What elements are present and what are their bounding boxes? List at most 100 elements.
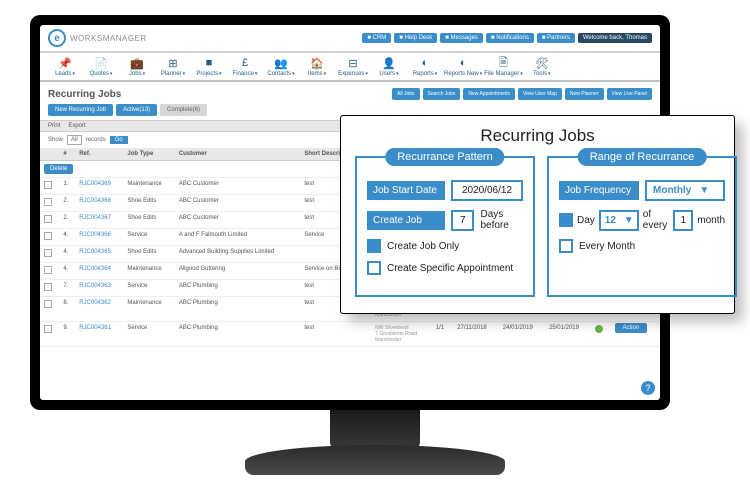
toolbar-item[interactable]: ■Projects▾	[192, 56, 226, 77]
row-checkbox[interactable]	[44, 198, 52, 206]
recurrence-pattern-panel: Recurrance Pattern Job Start Date 2020/0…	[355, 156, 535, 297]
toolbar-item[interactable]: ⊟Expenses▾	[336, 56, 370, 77]
column-header[interactable]: Customer	[175, 148, 301, 161]
job-start-date-field[interactable]: 2020/06/12	[451, 180, 523, 201]
month-suffix-label: month	[697, 215, 725, 226]
row-checkbox[interactable]	[44, 283, 52, 291]
records-label: records	[86, 137, 106, 143]
header-button[interactable]: ■ Help Desk	[394, 33, 437, 43]
page-action-buttons: All JobsSearch JobsNew AppointmentsView …	[392, 88, 652, 100]
toolbar-item[interactable]: 🛠Tools▾	[525, 56, 559, 77]
header-button[interactable]: ■ Notifications	[486, 33, 534, 43]
ref-link[interactable]: RJC004366	[79, 232, 111, 238]
ref-link[interactable]: RJC004362	[79, 300, 111, 306]
row-checkbox[interactable]	[44, 249, 52, 257]
toolbar-item[interactable]: 🏠Items▾	[300, 56, 334, 77]
column-header[interactable]: Ref.	[75, 148, 123, 161]
toolbar-icon: 🏠	[310, 56, 324, 70]
toolbar-item[interactable]: ◐Reports▾	[408, 56, 442, 77]
ref-link[interactable]: RJC004365	[79, 249, 111, 255]
go-button[interactable]: Go	[110, 136, 128, 144]
row-checkbox[interactable]	[44, 181, 52, 189]
panel-title-pattern: Recurrance Pattern	[385, 148, 504, 166]
create-job-only-label: Create Job Only	[387, 241, 459, 252]
help-bubble[interactable]: ?	[641, 381, 655, 395]
toolbar-icon: ◐	[418, 56, 432, 70]
toolbar-icon: £	[238, 56, 252, 70]
days-before-label: Days before	[480, 209, 523, 231]
header-button[interactable]: ■ CRM	[362, 33, 391, 43]
filter-button[interactable]: Complete(6)	[160, 104, 207, 116]
column-header[interactable]: #	[59, 148, 75, 161]
row-action-button[interactable]: Action	[615, 323, 648, 333]
toolbar-icon: 💼	[130, 56, 144, 70]
ref-link[interactable]: RJC004368	[79, 198, 111, 204]
row-checkbox[interactable]	[44, 325, 52, 333]
toolbar-item[interactable]: 🗎File Manager▾	[484, 56, 523, 77]
header-button[interactable]: ■ Messages	[440, 33, 483, 43]
page-action-button[interactable]: Search Jobs	[423, 88, 461, 100]
logo-text: WORKSMANAGER	[70, 34, 147, 43]
page-action-button[interactable]: New Planner	[565, 88, 604, 100]
toolbar-item[interactable]: 👥Contacts▾	[264, 56, 298, 77]
page-subheader: Recurring Jobs All JobsSearch JobsNew Ap…	[40, 82, 660, 104]
create-job-days-field[interactable]: 7	[451, 210, 474, 231]
page-action-button[interactable]: View Live Panel	[607, 88, 653, 100]
main-toolbar: 📌Leads▾📄Quotes▾💼Jobs▾⊞Planner▾■Projects▾…	[40, 53, 660, 82]
ref-link[interactable]: RJC004364	[79, 266, 111, 272]
row-checkbox[interactable]	[44, 300, 52, 308]
toolbar-item[interactable]: 💼Jobs▾	[120, 56, 154, 77]
toolbar-item[interactable]: ⊞Planner▾	[156, 56, 190, 77]
every-month-label: Every Month	[579, 241, 635, 252]
toolbar-item[interactable]: ◐Reports New▾	[444, 56, 482, 77]
job-frequency-label: Job Frequency	[559, 181, 639, 200]
column-header[interactable]	[40, 148, 59, 161]
toolbar-icon: ◐	[456, 56, 470, 70]
brand-logo[interactable]: e WORKSMANAGER	[48, 29, 147, 47]
show-select[interactable]: All	[67, 135, 82, 145]
of-every-label: of every	[643, 209, 670, 231]
toolbar-icon: 🗎	[496, 56, 510, 70]
ref-link[interactable]: RJC004363	[79, 283, 111, 289]
row-checkbox[interactable]	[44, 232, 52, 240]
toolbar-icon: 🛠	[535, 56, 549, 70]
toolbar-item[interactable]: £Finance▾	[228, 56, 262, 77]
monitor-stand-neck	[330, 410, 420, 450]
header-button[interactable]: Welcome back, Thomas	[578, 33, 652, 43]
chevron-down-icon: ▼	[624, 215, 634, 226]
ref-link[interactable]: RJC004367	[79, 215, 111, 221]
create-job-label: Create Job	[367, 211, 445, 230]
toolbar-item[interactable]: 👤Users▾	[372, 56, 406, 77]
ref-link[interactable]: RJC004369	[79, 181, 111, 187]
filter-button[interactable]: Active(13)	[116, 104, 157, 116]
day-select[interactable]: 12▼	[599, 210, 639, 231]
row-checkbox[interactable]	[44, 215, 52, 223]
every-month-checkbox[interactable]	[559, 239, 573, 253]
dialog-title: Recurring Jobs	[355, 126, 720, 146]
page-action-button[interactable]: View User Map	[518, 88, 562, 100]
header-button[interactable]: ■ Partners	[537, 33, 575, 43]
create-specific-appointment-label: Create Specific Appointment	[387, 263, 513, 274]
create-specific-appointment-checkbox[interactable]	[367, 261, 381, 275]
toolbar-item[interactable]: 📌Leads▾	[48, 56, 82, 77]
column-header[interactable]: Job Type	[123, 148, 174, 161]
page-action-button[interactable]: All Jobs	[392, 88, 420, 100]
delete-button[interactable]: Delete	[44, 164, 73, 174]
table-tool[interactable]: Export	[68, 123, 85, 129]
every-n-field[interactable]: 1	[673, 210, 693, 231]
panel-title-range: Range of Recurrance	[578, 148, 707, 166]
ref-link[interactable]: RJC004361	[79, 325, 111, 331]
page-action-button[interactable]: New Appointments	[463, 88, 515, 100]
show-label: Show	[48, 137, 63, 143]
toolbar-item[interactable]: 📄Quotes▾	[84, 56, 118, 77]
toolbar-icon: 👤	[382, 56, 396, 70]
day-option-checkbox[interactable]	[559, 213, 573, 227]
page-title: Recurring Jobs	[48, 89, 121, 100]
filter-button[interactable]: New Recurring Job	[48, 104, 113, 116]
table-tool[interactable]: Print	[48, 123, 60, 129]
row-checkbox[interactable]	[44, 266, 52, 274]
create-job-only-checkbox[interactable]	[367, 239, 381, 253]
toolbar-icon: ⊞	[166, 56, 180, 70]
job-frequency-select[interactable]: Monthly▼	[645, 180, 725, 201]
toolbar-icon: ⊟	[346, 56, 360, 70]
